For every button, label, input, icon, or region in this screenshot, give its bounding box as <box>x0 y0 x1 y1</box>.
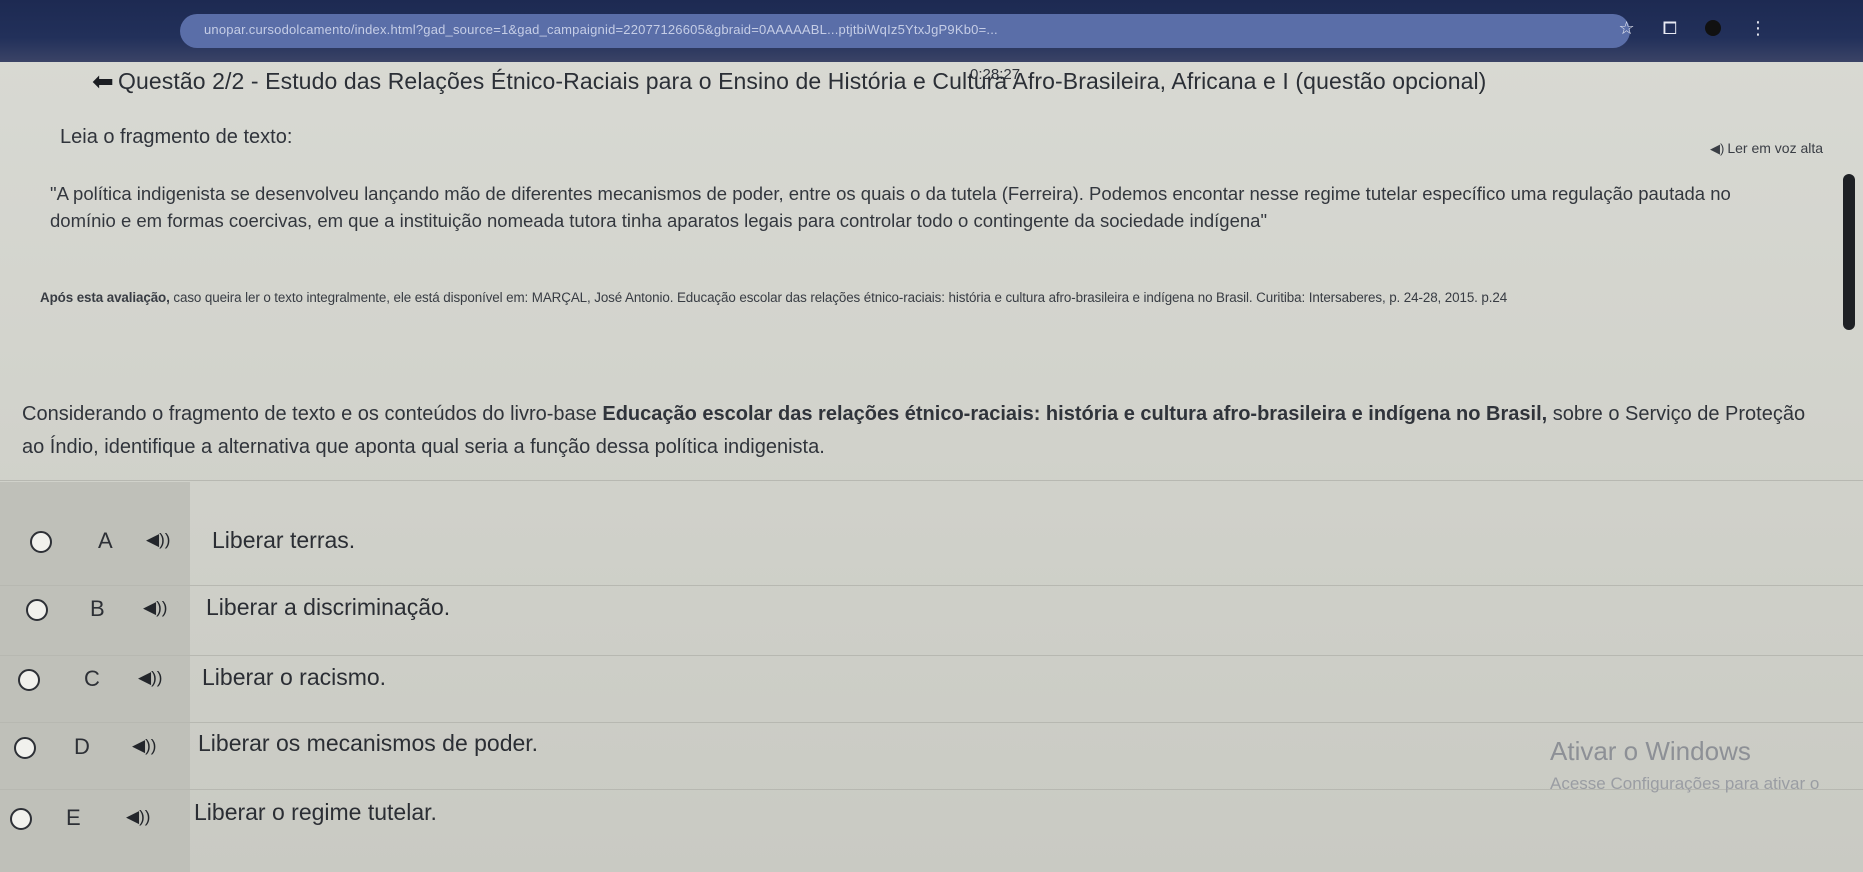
book-title: Educação escolar das relações étnico-rac… <box>602 403 1548 425</box>
address-bar[interactable]: unopar.cursodolcamento/index.html?gad_so… <box>180 14 1630 48</box>
speaker-icon[interactable]: ◀)) <box>126 807 150 827</box>
question-prompt-start: Considerando o fragmento de texto e os c… <box>22 403 603 425</box>
profile-avatar[interactable] <box>1705 20 1721 36</box>
source-reference-text: caso queira ler o texto integralmente, e… <box>169 290 1508 305</box>
speaker-icon[interactable]: ◀)) <box>132 736 156 756</box>
read-aloud-label: Ler em voz alta <box>1727 140 1824 156</box>
star-icon[interactable]: ☆ <box>1618 18 1634 39</box>
option-d-radio[interactable] <box>14 737 36 759</box>
divider <box>0 480 1863 481</box>
countdown-timer: 0:28:27 <box>970 66 1021 83</box>
browser-toolbar: unopar.cursodolcamento/index.html?gad_so… <box>0 0 1863 62</box>
address-bar-url: unopar.cursodolcamento/index.html?gad_so… <box>204 22 998 37</box>
option-e-radio[interactable] <box>10 808 32 830</box>
option-c-letter: C <box>84 666 100 691</box>
divider <box>0 722 1863 723</box>
scrollbar-thumb[interactable] <box>1843 174 1855 330</box>
option-d-letter: D <box>74 734 90 759</box>
option-e-text[interactable]: Liberar o regime tutelar. <box>194 799 437 826</box>
instruction-lead: Leia o fragmento de texto: <box>60 126 293 148</box>
divider <box>0 585 1863 586</box>
divider <box>0 655 1863 656</box>
kebab-menu-icon[interactable]: ⋮ <box>1749 18 1767 39</box>
question-prompt: Considerando o fragmento de texto e os c… <box>22 398 1822 464</box>
option-c-radio[interactable] <box>18 669 40 691</box>
option-a-letter: A <box>98 528 113 553</box>
option-a-text[interactable]: Liberar terras. <box>212 527 355 554</box>
source-reference-lead: Após esta avaliação, <box>40 290 170 305</box>
question-title: Questão 2/2 - Estudo das Relações Étnico… <box>118 68 1487 94</box>
source-reference: Após esta avaliação, caso queira ler o t… <box>40 290 1840 305</box>
windows-activation-title: Ativar o Windows <box>1550 736 1751 766</box>
browser-actions: ☆ ⧠ ⋮ <box>1618 18 1767 39</box>
option-c-text[interactable]: Liberar o racismo. <box>202 664 386 691</box>
arrow-left-icon[interactable]: ⬅ <box>92 66 114 97</box>
option-b-radio[interactable] <box>26 599 48 621</box>
puzzle-icon[interactable]: ⧠ <box>1663 18 1677 39</box>
option-e-letter: E <box>66 805 81 830</box>
option-b-letter: B <box>90 596 105 621</box>
speaker-icon[interactable]: ◀)) <box>146 530 170 550</box>
option-d-text[interactable]: Liberar os mecanismos de poder. <box>198 730 538 757</box>
option-a-radio[interactable] <box>30 531 52 553</box>
windows-activation-subtitle: Acesse Configurações para ativar o <box>1550 774 1820 793</box>
read-aloud-button[interactable]: ◀) Ler em voz alta <box>1710 140 1823 157</box>
speaker-icon[interactable]: ◀)) <box>138 668 162 688</box>
speaker-icon: ◀) <box>1710 141 1725 156</box>
text-fragment: "A política indigenista se desenvolveu l… <box>50 183 1731 231</box>
option-b-text[interactable]: Liberar a discriminação. <box>206 594 450 621</box>
speaker-icon[interactable]: ◀)) <box>143 598 167 618</box>
